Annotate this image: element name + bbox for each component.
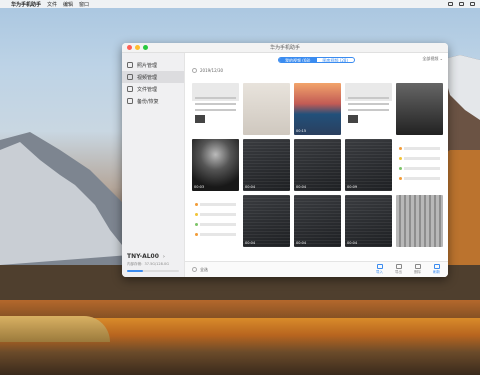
- video-thumbnail[interactable]: [396, 83, 443, 135]
- date-group-header: 2019/12/30: [185, 66, 448, 75]
- select-all-checkbox[interactable]: [192, 267, 197, 272]
- video-thumbnail[interactable]: [345, 83, 392, 135]
- delete-icon: [414, 264, 421, 269]
- video-thumbnail[interactable]: 00:04: [294, 139, 341, 191]
- select-all[interactable]: 全选: [192, 267, 208, 273]
- menu-item-edit[interactable]: 编辑: [63, 1, 73, 8]
- menu-item-window[interactable]: 窗口: [79, 1, 89, 8]
- delete-label: 删除: [414, 270, 421, 274]
- photo-icon: [127, 62, 133, 68]
- filter-dropdown[interactable]: 全部视频 ⌄: [422, 56, 443, 62]
- segmented-control: 我的视频 (68) 图库视频 (28): [278, 56, 355, 63]
- thumbnail-duration: 00:15: [296, 129, 307, 133]
- refresh-icon: [433, 264, 440, 269]
- thumbnail-duration: 00:04: [347, 241, 358, 245]
- export-button[interactable]: 导出: [395, 264, 402, 275]
- video-thumbnail[interactable]: 00:15: [294, 83, 341, 135]
- thumbnail-duration: 00:03: [194, 185, 205, 189]
- export-icon: [395, 264, 402, 269]
- title-bar: 华为手机助手: [122, 43, 448, 53]
- top-bar: 我的视频 (68) 图库视频 (28) 全部视频 ⌄: [185, 53, 448, 66]
- grassland: [0, 316, 110, 342]
- thumbnail-duration: 00:09: [347, 185, 358, 189]
- tab-my-videos[interactable]: 我的视频 (68): [279, 57, 317, 62]
- menu-bar: 华为手机助手 文件 编辑 窗口: [0, 0, 480, 8]
- sidebar-item-label: 备份/恢复: [137, 98, 159, 105]
- backup-icon: [127, 98, 133, 104]
- bottom-bar: 全选 导入 导出 删除 刷新: [185, 261, 448, 277]
- video-thumbnail[interactable]: 00:04: [345, 195, 392, 247]
- video-thumbnail[interactable]: [243, 83, 290, 135]
- date-group-checkbox[interactable]: [192, 68, 197, 73]
- video-thumbnail[interactable]: 00:04: [243, 139, 290, 191]
- video-icon: [127, 74, 133, 80]
- window-title: 华为手机助手: [269, 45, 300, 51]
- main-panel: 我的视频 (68) 图库视频 (28) 全部视频 ⌄ 2019/12/30 00…: [185, 53, 448, 277]
- date-group-label: 2019/12/30: [200, 68, 224, 73]
- storage-text: 内部存储：37.5G/128.0G: [127, 262, 169, 266]
- import-button[interactable]: 导入: [376, 264, 383, 275]
- sidebar-item-files[interactable]: 文件管理: [122, 83, 184, 95]
- action-group: 导入 导出 删除 刷新: [376, 264, 440, 275]
- storage-bar: [127, 270, 179, 272]
- video-thumbnail[interactable]: 00:04: [243, 195, 290, 247]
- refresh-button[interactable]: 刷新: [433, 264, 440, 275]
- select-all-label: 全选: [200, 266, 208, 272]
- video-thumbnail[interactable]: [396, 195, 443, 247]
- menu-item-file[interactable]: 文件: [47, 1, 57, 8]
- thumbnail-duration: 00:04: [296, 241, 307, 245]
- sidebar-item-videos[interactable]: 视频管理: [122, 71, 184, 83]
- thumbnail-duration: 00:04: [245, 185, 256, 189]
- sidebar-item-label: 照片管理: [137, 62, 158, 69]
- device-selector[interactable]: TNY-AL00 ›: [127, 253, 165, 260]
- storage-bar-fill: [127, 270, 143, 272]
- sidebar-item-backup[interactable]: 备份/恢复: [122, 95, 184, 107]
- video-thumbnail[interactable]: [396, 139, 443, 191]
- video-thumbnail[interactable]: 00:03: [192, 139, 239, 191]
- video-thumbnail[interactable]: 00:04: [294, 195, 341, 247]
- wifi-icon[interactable]: [448, 2, 453, 6]
- refresh-label: 刷新: [433, 270, 440, 274]
- tab-gallery-videos[interactable]: 图库视频 (28): [317, 58, 354, 62]
- search-icon[interactable]: [459, 2, 464, 6]
- folder-icon: [127, 86, 133, 92]
- menu-app-name[interactable]: 华为手机助手: [11, 1, 41, 8]
- thumbnail-duration: 00:04: [245, 241, 256, 245]
- app-window: 华为手机助手 照片管理 视频管理 文件管理 备份/恢复 TNY-AL00 › 内…: [122, 43, 448, 277]
- video-thumbnail[interactable]: [192, 195, 239, 247]
- device-name: TNY-AL00: [127, 253, 159, 260]
- sidebar-item-photos[interactable]: 照片管理: [122, 59, 184, 71]
- import-label: 导入: [376, 270, 383, 274]
- filter-label: 全部视频: [422, 56, 439, 61]
- video-thumbnail[interactable]: [192, 83, 239, 135]
- chevron-right-icon: ›: [162, 253, 165, 260]
- sidebar-item-label: 视频管理: [137, 74, 158, 81]
- thumbnail-duration: 00:04: [296, 185, 307, 189]
- sidebar-item-label: 文件管理: [137, 86, 158, 93]
- import-icon: [376, 264, 383, 269]
- video-thumbnail[interactable]: 00:09: [345, 139, 392, 191]
- sidebar: 照片管理 视频管理 文件管理 备份/恢复 TNY-AL00 › 内部存储：37.…: [122, 53, 185, 277]
- delete-button[interactable]: 删除: [414, 264, 421, 275]
- thumbnail-grid: 00:15 00:03 00:04 00:04 00:09 00:04 00:04 00:04: [192, 83, 444, 247]
- menu-icon[interactable]: [470, 2, 475, 6]
- export-label: 导出: [395, 270, 402, 274]
